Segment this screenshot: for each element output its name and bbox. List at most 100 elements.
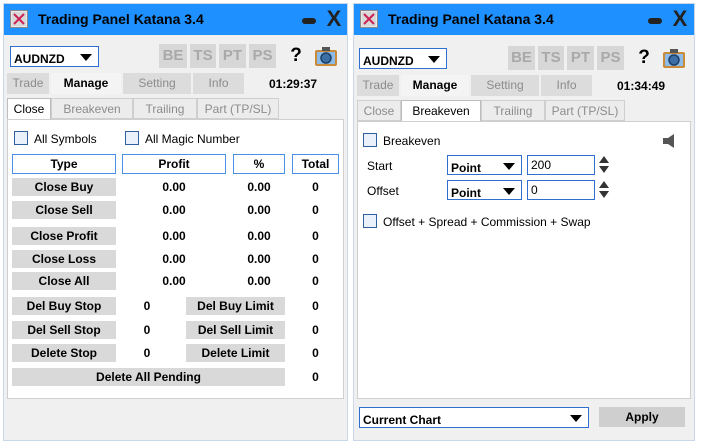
start-spinner[interactable] — [599, 155, 609, 175]
all-magic-checkbox[interactable] — [125, 131, 139, 145]
symbol-dropdown[interactable]: AUDNZD — [10, 46, 99, 67]
total-value: 0 — [292, 178, 339, 196]
tab-part-tp-sl[interactable]: Part (TP/SL) — [197, 98, 279, 119]
total-value: 0 — [292, 227, 339, 245]
chart-scope-dropdown[interactable]: Current Chart — [359, 407, 589, 428]
delete-all-pending-button[interactable]: Delete All Pending — [12, 368, 285, 386]
symbol-value: AUDNZD — [363, 54, 414, 68]
close-buy-button[interactable]: Close Buy — [12, 178, 116, 196]
tab-close[interactable]: Close — [357, 100, 401, 121]
del-sell-stop-button[interactable]: Del Sell Stop — [12, 321, 116, 339]
percent-value: 0.00 — [233, 250, 285, 268]
tab-close[interactable]: Close — [7, 98, 51, 119]
help-button[interactable]: ? — [633, 46, 655, 70]
del-sell-limit-button[interactable]: Del Sell Limit — [186, 321, 285, 339]
trading-panel-breakeven: Trading Panel Katana 3.4 X AUDNZD BE TS … — [353, 3, 695, 441]
close-icon[interactable]: X — [324, 7, 344, 31]
ps-button[interactable]: PS — [249, 44, 276, 68]
close-profit-button[interactable]: Close Profit — [12, 227, 116, 245]
title-bar[interactable]: Trading Panel Katana 3.4 X — [4, 4, 347, 35]
chevron-down-icon — [570, 415, 582, 422]
tab-info[interactable]: Info — [193, 73, 244, 94]
chevron-down-icon — [503, 188, 515, 195]
percent-value: 0.00 — [233, 178, 285, 196]
be-button[interactable]: BE — [508, 46, 535, 70]
breakeven-checkbox[interactable] — [363, 133, 377, 147]
tab-trailing[interactable]: Trailing — [481, 100, 545, 121]
speaker-icon[interactable] — [662, 133, 678, 149]
close-all-button[interactable]: Close All — [12, 272, 116, 290]
offset-spinner[interactable] — [599, 180, 609, 200]
total-value: 0 — [292, 272, 339, 290]
arrow-up-icon[interactable] — [599, 156, 609, 163]
symbol-value: AUDNZD — [14, 52, 65, 66]
start-label: Start — [367, 159, 393, 173]
breakeven-label: Breakeven — [383, 134, 441, 148]
main-tabs: Trade Manage Setting Info — [7, 73, 245, 94]
title-bar[interactable]: Trading Panel Katana 3.4 X — [354, 4, 694, 35]
breakeven-tab-content: Breakeven Start Point 200 Offset Point 0… — [357, 121, 691, 399]
symbol-dropdown[interactable]: AUDNZD — [359, 48, 447, 69]
window-title: Trading Panel Katana 3.4 — [388, 11, 554, 27]
camera-icon[interactable] — [314, 44, 338, 68]
start-input[interactable]: 200 — [527, 155, 595, 175]
profit-value: 0.00 — [122, 227, 226, 245]
minimize-icon[interactable] — [302, 18, 316, 24]
all-symbols-checkbox[interactable] — [14, 131, 28, 145]
main-tabs: Trade Manage Setting Info — [357, 75, 593, 96]
header-profit: Profit — [122, 154, 226, 174]
offset-spread-commission-swap-label: Offset + Spread + Commission + Swap — [383, 215, 591, 229]
tab-setting[interactable]: Setting — [123, 73, 191, 94]
all-symbols-label: All Symbols — [34, 132, 97, 146]
pt-button[interactable]: PT — [567, 46, 594, 70]
offset-mode-dropdown[interactable]: Point — [447, 180, 522, 200]
arrow-down-icon[interactable] — [599, 166, 609, 173]
del-buy-stop-button[interactable]: Del Buy Stop — [12, 297, 116, 315]
start-mode-value: Point — [451, 161, 481, 175]
del-buy-limit-count: 0 — [292, 297, 339, 315]
close-loss-button[interactable]: Close Loss — [12, 250, 116, 268]
profit-value: 0.00 — [122, 272, 226, 290]
minimize-icon[interactable] — [648, 18, 662, 24]
total-value: 0 — [292, 201, 339, 219]
offset-input[interactable]: 0 — [527, 180, 595, 200]
del-buy-limit-button[interactable]: Del Buy Limit — [186, 297, 285, 315]
tab-setting[interactable]: Setting — [471, 75, 539, 96]
tab-trade[interactable]: Trade — [7, 73, 49, 94]
tab-manage[interactable]: Manage — [51, 73, 121, 94]
start-mode-dropdown[interactable]: Point — [447, 155, 522, 175]
delete-stop-count: 0 — [143, 346, 151, 360]
tab-breakeven[interactable]: Breakeven — [51, 98, 133, 119]
header-type: Type — [12, 154, 116, 174]
delete-stop-button[interactable]: Delete Stop — [12, 344, 116, 362]
close-sell-button[interactable]: Close Sell — [12, 201, 116, 219]
ts-button[interactable]: TS — [538, 46, 564, 70]
tab-breakeven[interactable]: Breakeven — [401, 100, 481, 121]
tab-manage[interactable]: Manage — [401, 75, 469, 96]
arrow-up-icon[interactable] — [599, 181, 609, 188]
all-magic-label: All Magic Number — [145, 132, 240, 146]
chart-scope-value: Current Chart — [363, 413, 442, 427]
close-icon[interactable]: X — [670, 7, 690, 31]
ts-button[interactable]: TS — [190, 44, 216, 68]
sub-tabs: Close Breakeven Trailing Part (TP/SL) — [357, 100, 625, 121]
chevron-down-icon — [503, 163, 515, 170]
tab-part-tp-sl[interactable]: Part (TP/SL) — [545, 100, 625, 121]
profit-value: 0.00 — [122, 201, 226, 219]
apply-button[interactable]: Apply — [599, 407, 685, 427]
profit-value: 0.00 — [122, 250, 226, 268]
be-button[interactable]: BE — [159, 44, 187, 68]
tab-info[interactable]: Info — [541, 75, 592, 96]
ps-button[interactable]: PS — [597, 46, 624, 70]
arrow-down-icon[interactable] — [599, 191, 609, 198]
offset-spread-commission-swap-checkbox[interactable] — [363, 214, 377, 228]
delete-all-pending-count: 0 — [292, 368, 339, 386]
pt-button[interactable]: PT — [219, 44, 246, 68]
camera-icon[interactable] — [662, 46, 686, 70]
help-button[interactable]: ? — [285, 44, 307, 68]
delete-limit-button[interactable]: Delete Limit — [186, 344, 285, 362]
close-tab-content: All Symbols All Magic Number Type Profit… — [7, 119, 344, 399]
tab-trailing[interactable]: Trailing — [133, 98, 197, 119]
tab-trade[interactable]: Trade — [357, 75, 399, 96]
server-clock: 01:29:37 — [269, 77, 318, 91]
